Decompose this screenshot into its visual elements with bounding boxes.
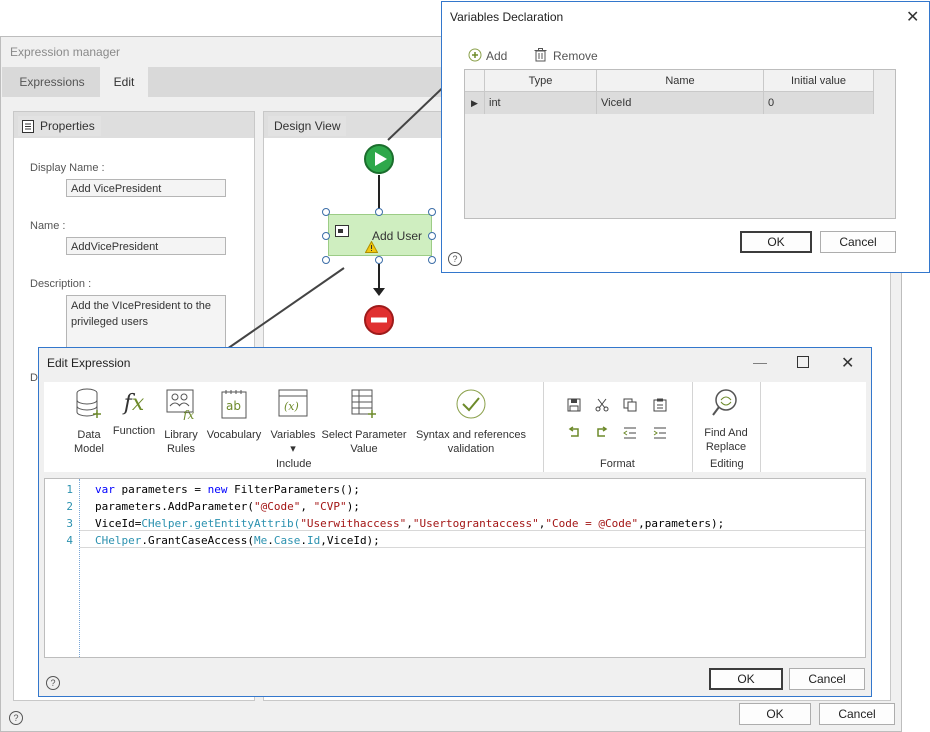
svg-text:ab: ab [226,399,241,413]
ok-button[interactable]: OK [740,231,812,253]
button-label: Vocabulary [206,429,262,441]
button-label: Find And [704,427,748,439]
button-label: Variables [270,429,316,441]
indent-icon[interactable] [653,426,667,443]
remove-label: Remove [553,49,598,63]
button-label: Function [112,425,156,437]
vocabulary-icon: ab [204,388,264,424]
close-icon[interactable]: ✕ [841,353,854,373]
column-header-type[interactable]: Type [485,70,597,92]
minimize-icon[interactable]: — [753,354,767,370]
button-label: Replace [705,441,747,453]
code-editor[interactable]: 1 2 3 4 var parameters = new FilterParam… [44,478,866,658]
undo-icon[interactable] [567,426,581,443]
maximize-icon[interactable] [797,356,809,368]
function-icon: fx [123,391,145,416]
button-label: validation [447,443,495,455]
parameter-icon [320,388,408,424]
remove-variable-button[interactable]: Remove [534,48,614,64]
cut-icon[interactable] [595,398,609,415]
add-label: Add [486,49,508,63]
button-label: Value [350,443,378,455]
include-group-label: Include [276,458,312,470]
code-line: CHelper.GrantCaseAccess(Me.Case.Id,ViceI… [95,534,380,547]
vocabulary-button[interactable]: ab Vocabulary [204,388,264,442]
syntax-validation-button[interactable]: Syntax and references validation [410,388,532,456]
function-button[interactable]: fx Function [110,388,158,438]
outdent-icon[interactable] [623,426,637,443]
button-label: Select Parameter [321,429,407,441]
library-rules-button[interactable]: fx Library Rules [158,388,204,456]
svg-text:fx: fx [182,408,194,420]
dropdown-arrow-icon: ▾ [290,443,296,455]
line-number: 4 [66,534,73,547]
cancel-button[interactable]: Cancel [820,231,896,253]
row-expand-icon[interactable]: ▶ [465,92,485,114]
format-group-label: Format [600,458,635,470]
database-icon [64,388,114,424]
column-header-initial[interactable]: Initial value [764,70,874,92]
svg-text:(x): (x) [284,400,299,413]
code-line: parameters.AddParameter("@Code", "CVP"); [95,500,360,513]
save-icon[interactable] [567,398,581,415]
copy-icon[interactable] [623,398,637,415]
find-replace-icon [694,388,758,422]
cell-name[interactable]: ViceId [597,92,764,114]
close-icon[interactable]: ✕ [906,7,919,27]
variables-button[interactable]: (x) Variables ▾ [266,388,320,456]
variables-icon: (x) [266,388,320,424]
ok-button[interactable]: OK [709,668,783,690]
cancel-button[interactable]: Cancel [789,668,865,690]
button-label: Model [74,443,104,455]
cell-initial[interactable]: 0 [764,92,874,114]
button-label: Data [77,429,101,441]
find-and-replace-button[interactable]: Find And Replace [694,388,758,454]
redo-icon[interactable] [595,426,609,443]
button-label: Syntax and references [415,429,527,441]
help-icon[interactable]: ? [448,252,462,266]
line-number: 2 [66,500,73,513]
column-header-name[interactable]: Name [597,70,764,92]
line-number: 3 [66,517,73,530]
dialog-title: Variables Declaration [450,10,564,24]
ribbon: Data Model fx Function fx Library Rules … [44,382,866,472]
button-label: Rules [166,443,196,455]
edit-expression-dialog: Edit Expression — ✕ Data Model fx Functi… [38,347,872,697]
data-model-button[interactable]: Data Model [64,388,114,456]
select-parameter-value-button[interactable]: Select Parameter Value [320,388,408,456]
paste-icon[interactable] [653,398,667,415]
help-icon[interactable]: ? [46,676,60,690]
variables-declaration-dialog: Variables Declaration ✕ Add Remove Type … [441,1,930,273]
variables-grid: Type Name Initial value ▶ int ViceId 0 [464,69,896,219]
line-number: 1 [66,483,73,496]
library-rules-icon: fx [158,388,204,424]
editing-group-label: Editing [710,458,744,470]
trash-icon [534,48,547,65]
dialog-title: Edit Expression [47,356,131,370]
cell-type[interactable]: int [485,92,597,114]
validation-icon [410,388,532,424]
code-line: var parameters = new FilterParameters(); [95,483,360,496]
add-icon [468,48,482,65]
button-label: Library [164,429,198,441]
code-line: ViceId=CHelper.getEntityAttrib("Userwith… [95,517,725,530]
